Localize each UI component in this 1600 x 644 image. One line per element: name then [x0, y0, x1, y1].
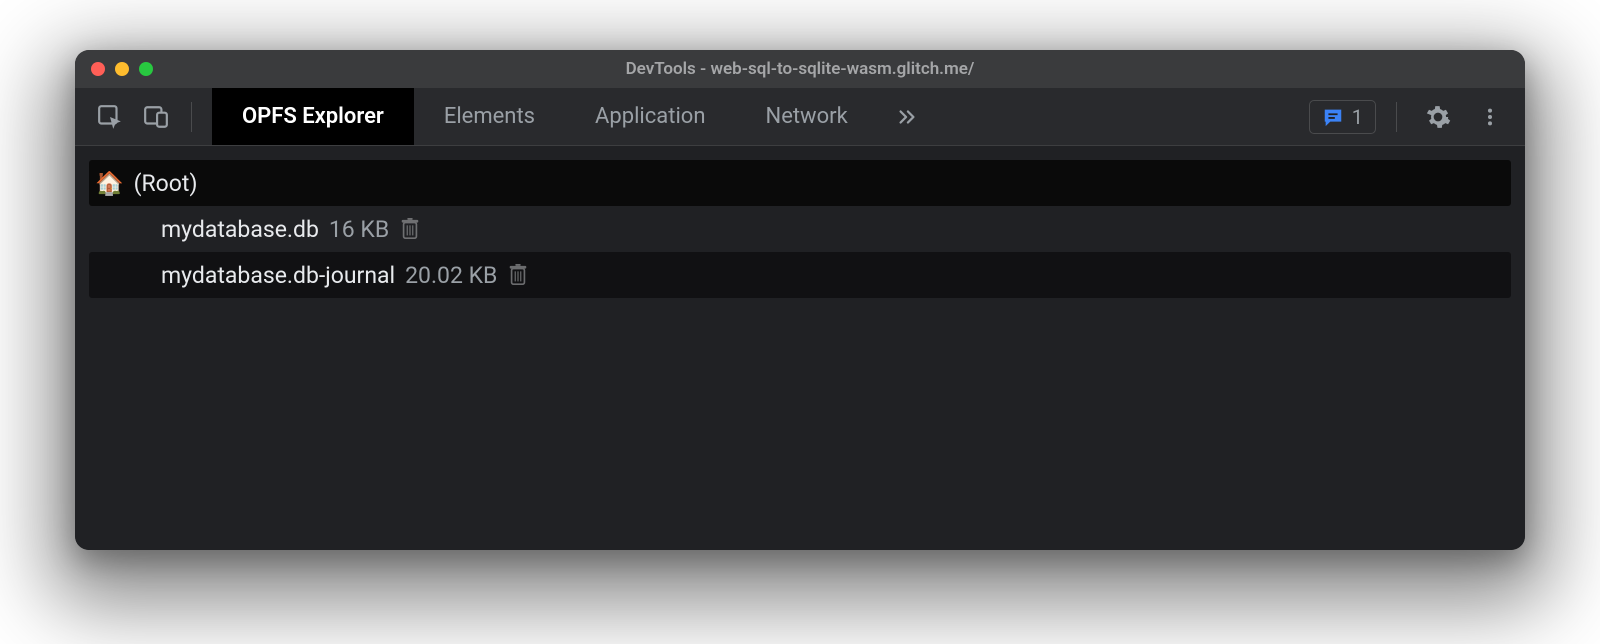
tab-network[interactable]: Network — [736, 88, 878, 145]
inspect-icon — [97, 104, 123, 130]
trash-icon — [399, 217, 421, 241]
delete-file-button[interactable] — [399, 217, 421, 241]
tab-label: Network — [766, 104, 848, 129]
tab-elements[interactable]: Elements — [414, 88, 565, 145]
maximize-window-button[interactable] — [139, 62, 153, 76]
delete-file-button[interactable] — [507, 263, 529, 287]
more-options-button[interactable] — [1469, 96, 1511, 138]
tab-label: Application — [595, 104, 705, 129]
window-controls — [91, 62, 153, 76]
trash-icon — [507, 263, 529, 287]
chat-icon — [1322, 106, 1344, 128]
devtools-tabs: OPFS Explorer Elements Application Netwo… — [212, 88, 936, 145]
opfs-explorer-panel: 🏠 (Root) mydatabase.db 16 KB — [75, 146, 1525, 550]
toolbar-right-group: 1 — [1309, 88, 1525, 145]
file-size: 20.02 KB — [405, 262, 497, 289]
tab-application[interactable]: Application — [565, 88, 735, 145]
devtools-toolbar: OPFS Explorer Elements Application Netwo… — [75, 88, 1525, 146]
root-label: (Root) — [134, 170, 198, 197]
file-tree: 🏠 (Root) mydatabase.db 16 KB — [89, 160, 1511, 298]
tab-label: Elements — [444, 104, 535, 129]
tree-root-row[interactable]: 🏠 (Root) — [89, 160, 1511, 206]
gear-icon — [1425, 104, 1451, 130]
devices-icon — [143, 104, 169, 130]
file-size: 16 KB — [329, 216, 389, 243]
inspect-element-button[interactable] — [89, 96, 131, 138]
issues-count: 1 — [1352, 105, 1363, 129]
kebab-icon — [1479, 106, 1501, 128]
file-name: mydatabase.db-journal — [161, 262, 395, 289]
settings-button[interactable] — [1417, 96, 1459, 138]
tree-file-row[interactable]: mydatabase.db 16 KB — [89, 206, 1511, 252]
tab-label: OPFS Explorer — [242, 104, 384, 129]
home-icon: 🏠 — [95, 170, 124, 197]
tab-opfs-explorer[interactable]: OPFS Explorer — [212, 88, 414, 145]
window-title: DevTools - web-sql-to-sqlite-wasm.glitch… — [75, 59, 1525, 79]
chevron-double-right-icon — [896, 106, 918, 128]
devtools-window: DevTools - web-sql-to-sqlite-wasm.glitch… — [75, 50, 1525, 550]
issues-button[interactable]: 1 — [1309, 100, 1376, 134]
tree-file-row[interactable]: mydatabase.db-journal 20.02 KB — [89, 252, 1511, 298]
toolbar-divider — [191, 102, 192, 132]
minimize-window-button[interactable] — [115, 62, 129, 76]
more-tabs-button[interactable] — [878, 88, 936, 145]
device-toolbar-button[interactable] — [135, 96, 177, 138]
close-window-button[interactable] — [91, 62, 105, 76]
titlebar: DevTools - web-sql-to-sqlite-wasm.glitch… — [75, 50, 1525, 88]
toolbar-left-group — [75, 88, 212, 145]
toolbar-divider — [1396, 102, 1397, 132]
file-name: mydatabase.db — [161, 216, 319, 243]
